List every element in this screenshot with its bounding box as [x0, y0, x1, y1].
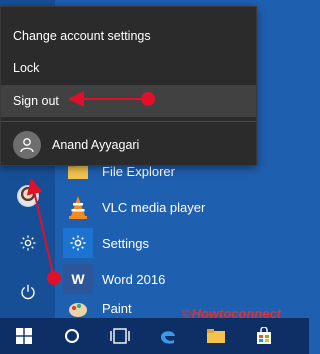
user-avatar-small — [16, 185, 39, 207]
edge-button[interactable] — [144, 318, 192, 354]
lock-item[interactable]: Lock — [1, 52, 256, 84]
folder-icon — [207, 329, 225, 343]
app-label: Settings — [102, 235, 149, 251]
cortana-circle-icon — [65, 329, 79, 343]
task-view-icon — [110, 328, 130, 344]
paint-icon — [63, 297, 93, 319]
user-account-button[interactable] — [0, 176, 55, 216]
menu-divider — [1, 121, 256, 122]
change-account-settings-item[interactable]: Change account settings — [1, 20, 256, 52]
user-name: Anand Ayyagari — [52, 138, 140, 152]
cortana-button[interactable] — [48, 318, 96, 354]
sign-out-item[interactable]: Sign out — [1, 85, 256, 117]
app-label: VLC media player — [102, 199, 206, 215]
power-button[interactable] — [0, 272, 55, 312]
store-bag-icon — [257, 327, 271, 344]
app-label: Paint — [102, 300, 132, 316]
gear-icon — [63, 228, 93, 258]
app-label: Word 2016 — [102, 271, 166, 287]
power-icon — [20, 284, 35, 300]
app-item-settings[interactable]: Settings — [60, 225, 309, 261]
vlc-cone-icon — [63, 192, 93, 222]
settings-rail-button[interactable] — [0, 223, 55, 263]
gear-icon — [20, 235, 35, 251]
windows-logo-icon — [16, 328, 32, 344]
app-item-word[interactable]: W Word 2016 — [60, 261, 309, 297]
task-view-button[interactable] — [96, 318, 144, 354]
watermark: ©Howtoconnect — [182, 306, 282, 321]
account-flyout: Change account settings Lock Sign out An… — [0, 6, 257, 166]
word-tile-letter: W — [71, 271, 85, 287]
store-button[interactable] — [240, 318, 288, 354]
user-account-row[interactable]: Anand Ayyagari — [1, 126, 256, 164]
start-button[interactable] — [0, 318, 48, 354]
word-icon: W — [63, 264, 93, 294]
taskbar — [0, 318, 309, 354]
person-icon — [13, 131, 41, 159]
app-item-vlc[interactable]: VLC media player — [60, 189, 309, 225]
file-explorer-taskbar-button[interactable] — [192, 318, 240, 354]
edge-icon — [161, 331, 175, 344]
